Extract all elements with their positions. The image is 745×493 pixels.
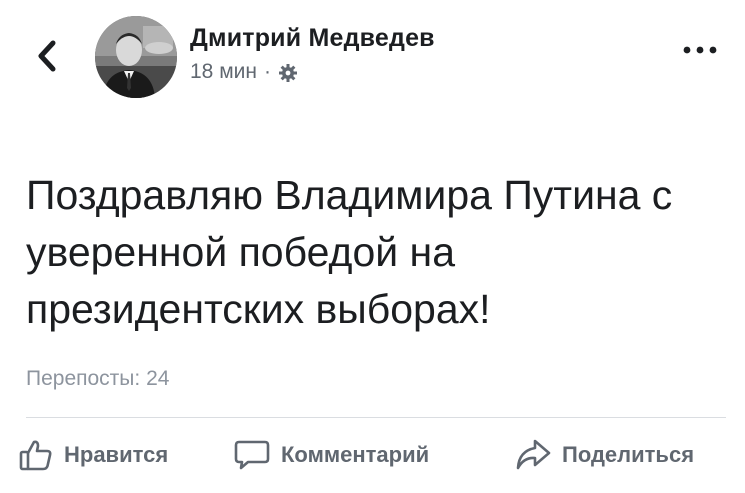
share-button[interactable]: Поделиться (514, 437, 694, 473)
divider (26, 417, 726, 418)
more-dots-icon (683, 46, 717, 54)
share-arrow-icon (516, 439, 551, 470)
post-text: Поздравляю Владимира Путина с уверенной … (26, 172, 673, 332)
author-name[interactable]: Дмитрий Медведев (190, 24, 435, 53)
post-meta: 18 мин · (190, 60, 298, 84)
thumbs-up-icon (19, 440, 52, 471)
avatar-photo (95, 16, 177, 98)
like-label: Нравится (64, 442, 169, 467)
post-header: Дмитрий Медведев 18 мин · (0, 0, 745, 110)
like-button[interactable]: Нравится (18, 437, 168, 473)
avatar[interactable] (95, 16, 177, 98)
more-options-button[interactable] (680, 40, 720, 60)
comment-bubble-icon (234, 440, 270, 470)
comment-label: Комментарий (281, 442, 430, 467)
meta-separator: · (263, 60, 271, 83)
back-button[interactable] (34, 38, 60, 74)
comment-button[interactable]: Комментарий (233, 437, 429, 473)
chevron-left-icon (38, 40, 56, 72)
reposts-count[interactable]: Перепосты: 24 (26, 367, 169, 391)
action-bar: Нравится Комментарий Поделиться (0, 437, 745, 482)
share-label: Поделиться (562, 442, 695, 467)
gear-icon (278, 63, 298, 83)
post-time[interactable]: 18 мин (190, 60, 257, 84)
